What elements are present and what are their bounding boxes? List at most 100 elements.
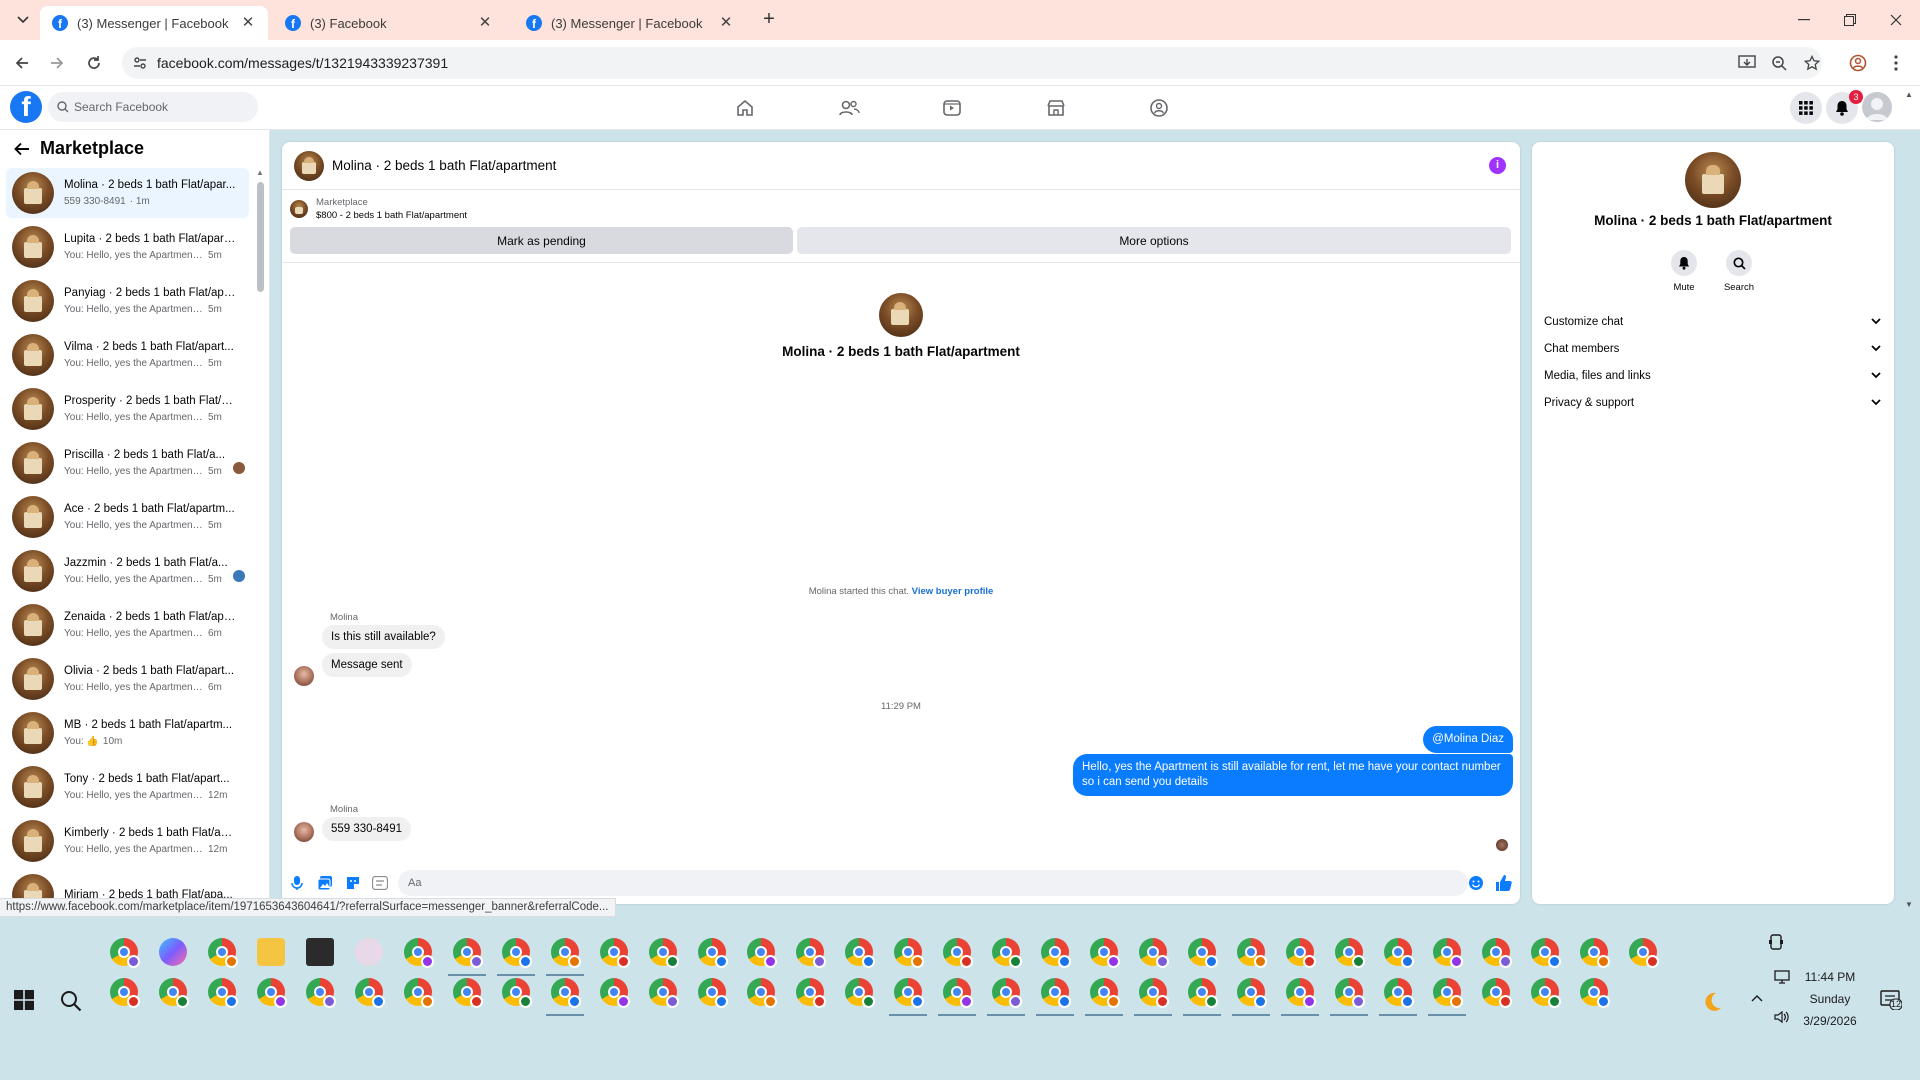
conversation-item[interactable]: Jazzmin · 2 beds 1 bath Flat/a... You: He… <box>6 546 249 596</box>
conversation-list-scrollbar[interactable] <box>257 182 264 292</box>
more-options-button[interactable]: More options <box>797 227 1511 254</box>
chrome-app-icon[interactable] <box>1139 978 1169 1008</box>
browser-tab-messenger-1[interactable]: f (3) Messenger | Facebook ✕ <box>40 6 268 40</box>
profile-avatar[interactable] <box>1862 92 1892 122</box>
chrome-app-icon[interactable] <box>1580 978 1610 1008</box>
marketplace-nav-button[interactable] <box>1042 94 1070 122</box>
chrome-app-icon[interactable] <box>1335 978 1365 1008</box>
chrome-app-icon[interactable] <box>404 938 434 968</box>
sender-avatar[interactable] <box>294 666 314 686</box>
site-info-icon[interactable] <box>132 55 148 71</box>
page-scroll-down-icon[interactable]: ▼ <box>1905 900 1913 909</box>
moon-weather-icon[interactable] <box>1700 990 1724 1014</box>
notification-center-icon[interactable]: 12 <box>1880 990 1902 1010</box>
chrome-app-icon[interactable] <box>649 978 679 1008</box>
microphone-icon[interactable] <box>288 874 306 892</box>
start-button[interactable] <box>14 990 34 1010</box>
menu-grid-button[interactable] <box>1790 92 1822 124</box>
chrome-app-icon[interactable] <box>1188 978 1218 1008</box>
zoom-icon[interactable] <box>1768 52 1790 74</box>
chrome-app-icon[interactable] <box>992 978 1022 1008</box>
chrome-app-icon[interactable] <box>306 978 336 1008</box>
back-arrow-icon[interactable] <box>14 142 30 156</box>
clock-day[interactable]: Sunday <box>1800 992 1860 1006</box>
chrome-profile-icon[interactable] <box>1847 52 1869 74</box>
conversation-item[interactable]: Olivia · 2 beds 1 bath Flat/apart... You:… <box>6 654 249 704</box>
chrome-app-icon[interactable] <box>1335 938 1365 968</box>
show-hidden-icons[interactable] <box>1751 994 1763 1002</box>
tab-search-button[interactable] <box>12 10 34 30</box>
clock-date[interactable]: 3/29/2026 <box>1800 1014 1860 1028</box>
marketplace-listing-banner[interactable]: Marketplace $800 - 2 beds 1 bath Flat/ap… <box>290 196 467 222</box>
home-nav-button[interactable] <box>731 94 759 122</box>
chrome-app-icon[interactable] <box>159 978 189 1008</box>
install-app-icon[interactable] <box>1736 52 1758 74</box>
chrome-app-icon[interactable] <box>1188 938 1218 968</box>
close-tab-icon[interactable]: ✕ <box>477 15 493 31</box>
sticker-icon[interactable] <box>344 874 362 892</box>
chrome-app-icon[interactable] <box>1237 938 1267 968</box>
bookmark-star-icon[interactable] <box>1801 52 1823 74</box>
sticky-notes-icon[interactable] <box>306 938 334 966</box>
sender-avatar[interactable] <box>294 822 314 842</box>
chat-title[interactable]: Molina · 2 beds 1 bath Flat/apartment <box>332 158 556 173</box>
photo-icon[interactable] <box>316 874 334 892</box>
outgoing-mention-message[interactable]: @Molina Diaz <box>1423 726 1513 753</box>
chrome-app-icon[interactable] <box>894 978 924 1008</box>
forward-button[interactable] <box>45 51 69 75</box>
chrome-app-icon[interactable] <box>208 978 238 1008</box>
restore-button[interactable] <box>1827 6 1873 34</box>
conversation-item[interactable]: Kimberly · 2 beds 1 bath Flat/ap... You: … <box>6 816 249 866</box>
taskbar-search-button[interactable] <box>60 990 82 1012</box>
chrome-app-icon[interactable] <box>600 938 630 968</box>
mute-button[interactable]: Mute <box>1662 250 1706 293</box>
chrome-app-icon[interactable] <box>1531 938 1561 968</box>
video-nav-button[interactable] <box>938 94 966 122</box>
chrome-app-icon[interactable] <box>845 938 875 968</box>
chrome-app-icon[interactable] <box>796 978 826 1008</box>
conversation-item[interactable]: Lupita · 2 beds 1 bath Flat/apart... You:… <box>6 222 249 272</box>
details-avatar[interactable] <box>1685 152 1741 208</box>
chrome-app-icon[interactable] <box>1482 978 1512 1008</box>
chrome-app-icon[interactable] <box>110 938 140 968</box>
close-tab-icon[interactable]: ✕ <box>240 15 256 31</box>
minimize-button[interactable] <box>1781 6 1827 34</box>
chrome-app-icon[interactable] <box>1286 938 1316 968</box>
chrome-app-icon[interactable] <box>1580 938 1610 968</box>
conversation-item[interactable]: Tony · 2 beds 1 bath Flat/apart... You: H… <box>6 762 249 812</box>
chrome-app-icon[interactable] <box>453 978 483 1008</box>
chrome-app-icon[interactable] <box>257 978 287 1008</box>
chrome-app-icon[interactable] <box>894 938 924 968</box>
chrome-app-icon[interactable] <box>551 938 581 968</box>
chrome-app-icon[interactable] <box>1433 938 1463 968</box>
chrome-app-icon[interactable] <box>698 938 728 968</box>
chrome-app-icon[interactable] <box>1041 938 1071 968</box>
browser-tab-messenger-2[interactable]: f (3) Messenger | Facebook ✕ <box>514 6 746 40</box>
chrome-app-icon[interactable] <box>1090 938 1120 968</box>
file-explorer-icon[interactable] <box>257 938 285 966</box>
chrome-app-icon[interactable] <box>502 938 532 968</box>
chrome-app-icon[interactable] <box>796 938 826 968</box>
browser-menu-icon[interactable] <box>1885 52 1907 74</box>
chrome-app-icon[interactable] <box>1482 938 1512 968</box>
chrome-app-icon[interactable] <box>698 978 728 1008</box>
gif-icon[interactable] <box>371 874 389 892</box>
incoming-message[interactable]: Message sent <box>322 653 412 677</box>
reload-button[interactable] <box>82 51 106 75</box>
chrome-app-icon[interactable] <box>1531 978 1561 1008</box>
conversation-item[interactable]: Prosperity · 2 beds 1 bath Flat/a... You:… <box>6 384 249 434</box>
chrome-app-icon[interactable] <box>1384 978 1414 1008</box>
incoming-message[interactable]: 559 330-8491 <box>322 817 411 841</box>
new-tab-button[interactable]: + <box>757 8 781 32</box>
conversation-item[interactable]: Ace · 2 beds 1 bath Flat/apartm... You: H… <box>6 492 249 542</box>
chrome-app-icon[interactable] <box>1433 978 1463 1008</box>
message-input[interactable]: Aa <box>398 870 1468 896</box>
incoming-message[interactable]: Is this still available? <box>322 625 445 649</box>
chrome-app-icon[interactable] <box>992 938 1022 968</box>
chrome-app-icon[interactable] <box>600 978 630 1008</box>
details-section-customize-chat[interactable]: Customize chat <box>1544 308 1882 336</box>
details-section-chat-members[interactable]: Chat members <box>1544 335 1882 363</box>
chrome-app-icon[interactable] <box>502 978 532 1008</box>
chrome-app-icon[interactable] <box>1629 938 1659 968</box>
conversation-item[interactable]: Molina · 2 beds 1 bath Flat/apar... 559 3… <box>6 168 249 218</box>
